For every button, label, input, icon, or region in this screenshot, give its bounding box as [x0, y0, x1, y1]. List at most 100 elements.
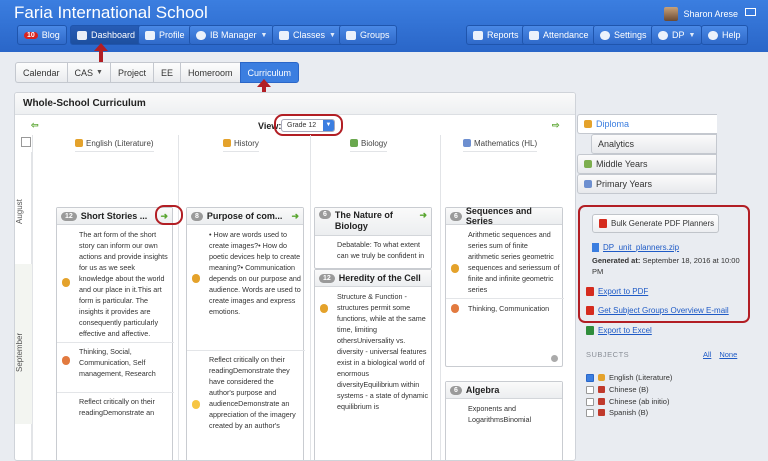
nav-attendance-button[interactable]: Attendance — [522, 25, 596, 45]
unit-number: 6 — [450, 211, 462, 221]
prev-arrow-icon[interactable]: ⇦ — [31, 120, 39, 131]
tab-ee[interactable]: EE — [153, 62, 181, 83]
unit-card[interactable]: 6 Algebra Exponents and LogarithmsBinomi… — [445, 381, 563, 460]
nav-settings-button[interactable]: Settings — [593, 25, 654, 45]
next-arrow-icon[interactable]: ⇨ — [552, 120, 560, 131]
nav-profile-button[interactable]: Profile — [138, 25, 192, 45]
zip-download-link[interactable]: DP_unit_planners.zip — [592, 243, 679, 252]
unit-number: 6 — [319, 210, 331, 219]
nav-help-label: Help — [722, 30, 741, 40]
subject-checkbox[interactable] — [586, 397, 594, 406]
nav-ib-manager-button[interactable]: IB Manager ▼ — [189, 25, 275, 45]
subjects-heading: SUBJECTS — [586, 350, 630, 359]
unit-card-header: 6 Algebra — [446, 382, 562, 399]
view-bar: ⇦ View: Grade 12 ▼ ⇨ — [15, 114, 575, 136]
nav-blog-label: Blog — [41, 30, 60, 40]
subject-icon — [598, 386, 605, 393]
classes-icon — [279, 30, 289, 40]
unit-objectives: Reflect critically on their readingDemon… — [209, 355, 296, 430]
user-menu[interactable]: Sharon Arese — [664, 7, 738, 21]
help-icon — [708, 30, 718, 40]
unit-card[interactable]: 6 Sequences and Series Arithmetic sequen… — [445, 206, 564, 367]
inquiry-icon — [192, 274, 200, 283]
tab-primary-years[interactable]: Primary Years — [577, 174, 717, 194]
unit-card[interactable]: 8 Purpose of com... ➜ • How are words us… — [186, 207, 305, 460]
subject-icon — [598, 409, 605, 416]
nav-groups-button[interactable]: Groups — [339, 25, 397, 45]
unit-card[interactable]: 12 Heredity of the Cell Structure & Func… — [314, 269, 432, 460]
column-header: English (Literature) — [75, 135, 154, 152]
globe-icon — [196, 30, 206, 40]
info-icon[interactable] — [551, 355, 558, 362]
arrow-right-icon[interactable]: ➜ — [419, 210, 427, 221]
divider — [57, 392, 174, 393]
unit-description: • How are words used to create images?• … — [209, 230, 301, 316]
subject-icon — [350, 139, 358, 147]
unit-card[interactable]: 12 Short Stories ... ➜ The art form of t… — [56, 207, 174, 460]
unit-title: The Nature of Biology — [334, 210, 393, 231]
unit-title: Heredity of the Cell — [338, 273, 421, 283]
gear-icon — [600, 30, 610, 40]
nav-groups-label: Groups — [360, 30, 390, 40]
skills-icon — [62, 356, 70, 365]
tab-diploma[interactable]: Diploma — [577, 114, 717, 134]
nav-dp-label: DP — [672, 30, 685, 40]
export-pdf-link[interactable]: Export to PDF — [586, 287, 648, 296]
column-header-label: Biology — [361, 138, 388, 148]
nav-dashboard-label: Dashboard — [91, 30, 136, 40]
subject-row[interactable]: English (Literature) — [586, 373, 672, 382]
tab-cas[interactable]: CAS ▼ — [66, 62, 110, 83]
select-all-link[interactable]: All — [703, 350, 711, 359]
unit-card-header: 6 The Nature of Biology ➜ — [315, 208, 431, 236]
export-excel-link[interactable]: Export to Excel — [586, 326, 652, 335]
nav-classes-button[interactable]: Classes ▼ — [272, 25, 343, 45]
subject-checkbox[interactable] — [586, 373, 594, 382]
nav-help-button[interactable]: Help — [701, 25, 748, 45]
reports-icon — [473, 30, 483, 40]
subject-label: Spanish (B) — [609, 408, 649, 417]
profile-icon — [145, 30, 155, 40]
unit-skills: Thinking, Social, Communication, Self ma… — [79, 347, 156, 378]
tab-project[interactable]: Project — [109, 62, 153, 83]
tab-analytics[interactable]: Analytics — [591, 134, 717, 154]
zip-file-name: DP_unit_planners.zip — [603, 243, 680, 252]
subject-row[interactable]: Spanish (B) — [586, 408, 648, 417]
bulk-generate-button[interactable]: Bulk Generate PDF Planners — [592, 214, 719, 233]
subject-checkbox[interactable] — [586, 385, 594, 394]
subject-label: Chinese (ab initio) — [609, 397, 670, 406]
unit-title: Short Stories ... — [80, 211, 148, 221]
mail-icon[interactable] — [745, 8, 756, 16]
unit-description: Debatable: To what extent can we truly b… — [337, 240, 425, 260]
chevron-down-icon: ▼ — [329, 31, 336, 39]
main-nav: 10 Blog Dashboard Profile IB Manager ▼ C… — [0, 25, 768, 49]
chevron-down-icon: ▼ — [688, 31, 696, 39]
subject-icon — [223, 139, 231, 147]
unit-description: Arithmetic sequences and series sum of f… — [468, 230, 560, 294]
groups-icon — [346, 30, 356, 40]
subject-icon — [463, 139, 471, 147]
column-header: Biology — [350, 135, 388, 152]
tab-calendar[interactable]: Calendar — [15, 62, 67, 83]
nav-blog-button[interactable]: 10 Blog — [17, 25, 67, 45]
subject-checkbox[interactable] — [586, 408, 594, 417]
month-label: August — [15, 199, 24, 225]
nav-search-dp-button[interactable]: DP ▼ — [651, 25, 703, 45]
select-none-link[interactable]: None — [719, 350, 737, 359]
unit-title: Sequences and Series — [465, 206, 532, 226]
school-name: Faria International School — [14, 3, 208, 22]
subject-row[interactable]: Chinese (B) — [586, 385, 649, 394]
tab-middle-years[interactable]: Middle Years — [577, 154, 717, 174]
unit-card-header: 8 Purpose of com... ➜ — [187, 208, 303, 225]
divider — [32, 135, 33, 460]
nav-reports-button[interactable]: Reports — [466, 25, 526, 45]
curriculum-panel: Whole-School Curriculum ⇦ View: Grade 12… — [14, 92, 576, 461]
unit-card[interactable]: 6 The Nature of Biology ➜ Debatable: To … — [314, 207, 432, 269]
nav-dashboard-button[interactable]: Dashboard — [70, 25, 143, 45]
subject-row[interactable]: Chinese (ab initio) — [586, 397, 669, 406]
subject-email-link[interactable]: Get Subject Groups Overview E-mail — [586, 306, 729, 315]
divider — [57, 342, 174, 343]
unit-skills: Thinking, Communication — [468, 304, 550, 313]
arrow-right-icon[interactable]: ➜ — [291, 211, 299, 222]
tab-homeroom[interactable]: Homeroom — [180, 62, 240, 83]
nav-ib-manager-label: IB Manager — [210, 30, 257, 40]
